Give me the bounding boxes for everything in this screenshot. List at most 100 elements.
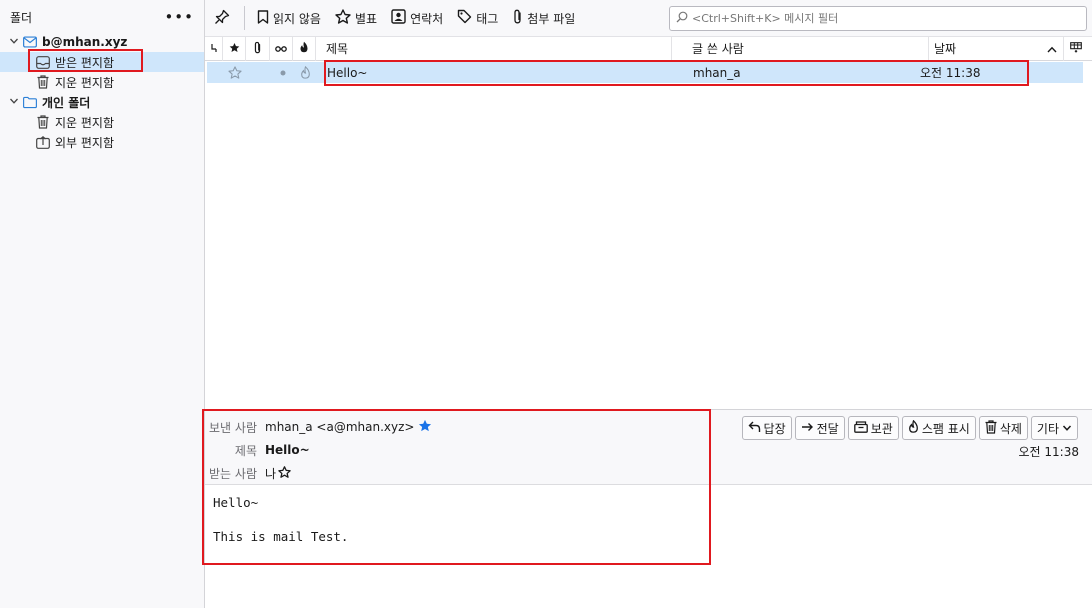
chevron-down-icon bbox=[1062, 421, 1072, 435]
filter-attachment-label: 첨부 파일 bbox=[527, 11, 576, 26]
toolbar-separator bbox=[244, 6, 245, 30]
mail-account-icon bbox=[23, 35, 37, 49]
message-row[interactable]: Hello~ mhan_a 오전 11:38 bbox=[207, 62, 1083, 83]
star-icon bbox=[229, 42, 240, 56]
to-value-wrap[interactable]: 나 bbox=[265, 465, 291, 482]
column-junk-status[interactable] bbox=[293, 36, 316, 61]
account-name: b@mhan.xyz bbox=[42, 35, 128, 49]
header-from-row: 보낸 사람 mhan_a <a@mhan.xyz> bbox=[205, 417, 432, 437]
body-line bbox=[213, 511, 348, 528]
message-filter-search-box[interactable] bbox=[669, 6, 1087, 31]
filter-contacts-label: 연락처 bbox=[410, 11, 444, 26]
folder-item-trash[interactable]: 지운 편지함 bbox=[33, 72, 114, 92]
star-outline-icon[interactable] bbox=[278, 465, 291, 481]
message-filter-input[interactable] bbox=[692, 12, 1080, 25]
folder-account-row[interactable]: b@mhan.xyz bbox=[8, 32, 127, 52]
to-label: 받는 사람 bbox=[209, 466, 257, 481]
from-label: 보낸 사람 bbox=[209, 420, 257, 435]
forward-label: 전달 bbox=[816, 421, 839, 436]
filter-tags-button[interactable]: 태그 bbox=[450, 5, 505, 31]
filter-starred-label: 별표 bbox=[354, 11, 378, 26]
folder-local-row[interactable]: 개인 폴더 bbox=[8, 92, 90, 112]
chevron-down-icon[interactable] bbox=[8, 96, 20, 109]
column-sender-label: 글 쓴 사람 bbox=[692, 42, 744, 56]
column-starred[interactable] bbox=[223, 36, 246, 61]
message-reader-pane: 보낸 사람 mhan_a <a@mhan.xyz> 제목 Hello~ 받는 사… bbox=[205, 409, 1092, 608]
body-line: Hello~ bbox=[213, 495, 259, 510]
filter-contacts-button[interactable]: 연락처 bbox=[384, 5, 450, 31]
mark-junk-button[interactable]: 스팸 표시 bbox=[901, 416, 976, 440]
filter-attachment-button[interactable]: 첨부 파일 bbox=[505, 5, 582, 31]
column-read-status[interactable] bbox=[270, 36, 293, 61]
message-toolbar: 읽지 않음 별표 연락처 태그 첨부 파일 bbox=[205, 0, 1092, 37]
star-toggle[interactable] bbox=[223, 66, 247, 79]
outbox-icon bbox=[36, 135, 50, 149]
column-date-label: 날짜 bbox=[934, 42, 957, 56]
trash-icon bbox=[36, 115, 50, 129]
column-date[interactable]: 날짜 bbox=[929, 36, 1064, 61]
forward-button[interactable]: 전달 bbox=[794, 416, 845, 440]
filter-starred-button[interactable]: 별표 bbox=[328, 5, 384, 31]
folder-item-inbox[interactable]: 받은 편지함 bbox=[0, 52, 204, 72]
pin-icon bbox=[214, 9, 230, 28]
read-status-toggle[interactable] bbox=[271, 70, 294, 76]
folder-label: 지운 편지함 bbox=[55, 115, 115, 130]
star-icon bbox=[335, 9, 351, 27]
search-icon bbox=[676, 11, 688, 26]
folder-label: 받은 편지함 bbox=[55, 55, 115, 70]
column-attachment[interactable] bbox=[246, 36, 270, 61]
folder-pane-menu-button[interactable]: ••• bbox=[164, 8, 194, 26]
read-dot-icon bbox=[280, 70, 285, 75]
archive-label: 보관 bbox=[870, 421, 893, 436]
column-picker-button[interactable] bbox=[1064, 37, 1088, 61]
flame-icon bbox=[908, 419, 919, 436]
from-value: mhan_a <a@mhan.xyz> bbox=[265, 420, 415, 434]
mail-app-window: 폴더 ••• b@mhan.xyz 받은 편지함 지운 편지함 개인 폴더 지운… bbox=[0, 0, 1092, 608]
trash-icon bbox=[985, 419, 997, 437]
more-actions-button[interactable]: 기타 bbox=[1030, 416, 1078, 440]
folder-item-local-trash[interactable]: 지운 편지함 bbox=[33, 112, 114, 132]
reply-button[interactable]: 답장 bbox=[741, 416, 792, 440]
reply-icon bbox=[748, 421, 761, 436]
message-sender: mhan_a bbox=[693, 65, 741, 80]
flame-icon bbox=[299, 41, 309, 56]
delete-button[interactable]: 삭제 bbox=[978, 416, 1028, 440]
forward-arrow-icon bbox=[801, 421, 814, 435]
archive-icon bbox=[853, 420, 868, 436]
inbox-icon bbox=[36, 55, 50, 69]
message-body: Hello~ This is mail Test. bbox=[213, 494, 348, 545]
subject-label: 제목 bbox=[234, 443, 257, 458]
contact-card-icon bbox=[391, 9, 406, 27]
quick-filter-pin-button[interactable] bbox=[205, 5, 239, 31]
body-line: This is mail Test. bbox=[213, 529, 349, 544]
column-sender[interactable]: 글 쓴 사람 bbox=[672, 36, 929, 61]
folder-icon bbox=[23, 95, 37, 109]
column-picker-icon bbox=[1070, 41, 1082, 56]
chevron-down-icon[interactable] bbox=[8, 36, 20, 49]
column-thread[interactable] bbox=[205, 36, 223, 61]
folder-pane-title: 폴더 bbox=[10, 10, 33, 25]
mark-junk-label: 스팸 표시 bbox=[921, 421, 970, 436]
column-subject[interactable]: 제목 bbox=[316, 36, 672, 61]
filter-unread-button[interactable]: 읽지 않음 bbox=[250, 5, 328, 31]
star-filled-icon[interactable] bbox=[418, 419, 432, 435]
tag-icon bbox=[457, 9, 472, 27]
filter-tags-label: 태그 bbox=[476, 11, 499, 26]
sort-ascending-icon bbox=[1047, 42, 1057, 56]
bookmark-icon bbox=[257, 9, 269, 27]
read-status-icon bbox=[275, 42, 287, 56]
delete-label: 삭제 bbox=[999, 421, 1022, 436]
folder-item-outbox[interactable]: 외부 편지함 bbox=[33, 132, 114, 152]
folder-label: 지운 편지함 bbox=[55, 75, 115, 90]
column-subject-label: 제목 bbox=[326, 42, 349, 56]
message-date-display: 오전 11:38 bbox=[1018, 445, 1079, 459]
reply-label: 답장 bbox=[763, 421, 786, 436]
archive-button[interactable]: 보관 bbox=[847, 416, 899, 440]
message-date: 오전 11:38 bbox=[920, 66, 981, 80]
junk-toggle[interactable] bbox=[294, 66, 317, 79]
paperclip-icon bbox=[253, 41, 262, 57]
trash-icon bbox=[36, 75, 50, 89]
from-value-wrap[interactable]: mhan_a <a@mhan.xyz> bbox=[265, 419, 432, 435]
message-list-scrollbar[interactable] bbox=[1083, 62, 1092, 407]
message-action-bar: 답장 전달 보관 스팸 표시 삭제 기타 bbox=[741, 416, 1078, 440]
